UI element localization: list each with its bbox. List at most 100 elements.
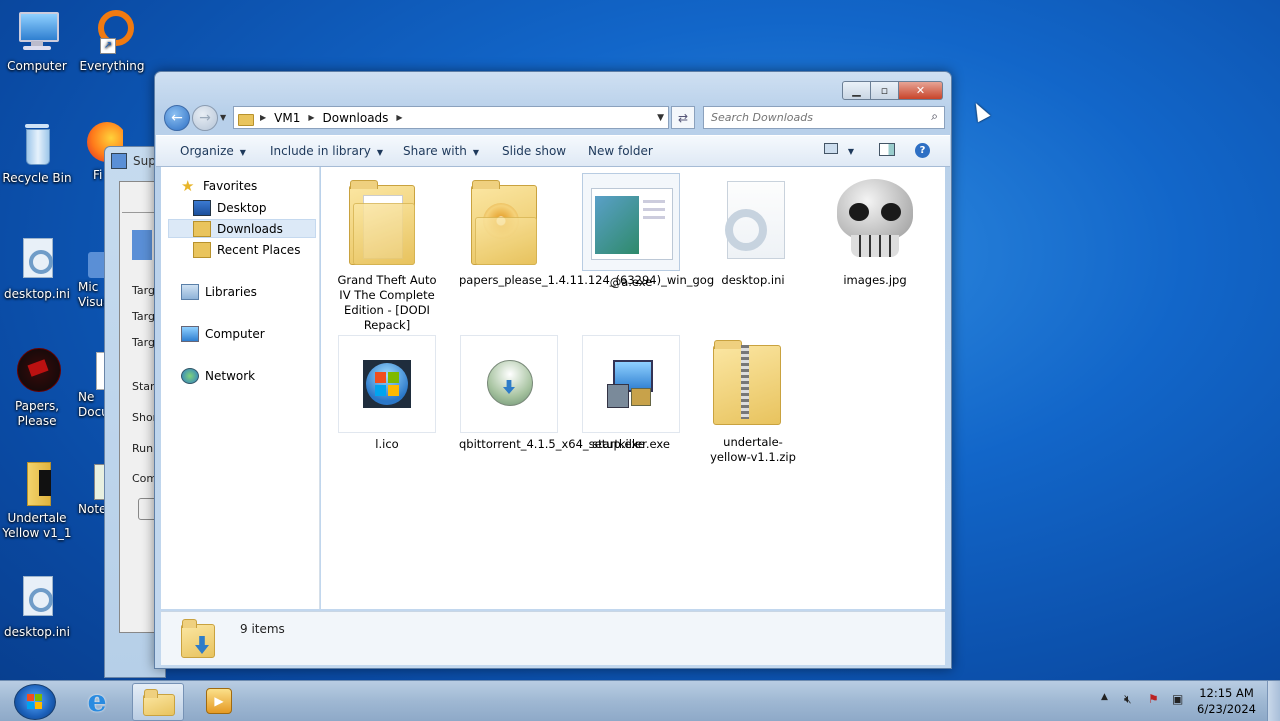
run-label: Run — [132, 442, 154, 455]
desktop-icon-label: Everything — [79, 59, 145, 73]
computer-icon — [13, 8, 61, 56]
papers-please-icon — [13, 348, 61, 396]
desktop-icon-desktop-ini-2[interactable]: desktop.ini — [0, 574, 74, 640]
mouse-cursor-icon — [969, 99, 991, 123]
explorer-window[interactable]: ▁ ▫ ✕ ← → ▼ ▶ VM1 ▶ Downloads ▶ ▼ ⇄ ⌕ Or… — [154, 71, 952, 669]
file-item[interactable]: l.ico — [337, 335, 437, 452]
change-view-button[interactable]: ▼ — [824, 143, 854, 157]
nav-recent-places[interactable]: Recent Places — [193, 242, 300, 258]
target-type-label: Targ — [132, 284, 155, 297]
minimize-button[interactable]: ▁ — [842, 81, 871, 100]
windows-logo-icon — [27, 694, 43, 710]
breadcrumb-vm1[interactable]: VM1 — [274, 111, 300, 125]
share-with-button[interactable]: Share with ▼ — [403, 144, 479, 158]
desktop-icon-undertale-yellow[interactable]: Undertale Yellow v1_1 — [0, 460, 74, 541]
network-status-icon[interactable]: ▣ — [1172, 692, 1183, 706]
clock-date: 6/23/2024 — [1197, 702, 1256, 716]
nav-libraries-label: Libraries — [205, 285, 257, 299]
new-folder-button[interactable]: New folder — [588, 144, 653, 158]
media-player-icon: ▶ — [206, 688, 232, 714]
search-input[interactable] — [709, 107, 913, 128]
breadcrumb-arrow-icon[interactable]: ▶ — [396, 113, 402, 122]
desktop-icon-recycle-bin[interactable]: Recycle Bin — [0, 120, 74, 186]
address-dropdown-icon[interactable]: ▼ — [657, 113, 664, 123]
nav-desktop-label: Desktop — [217, 201, 267, 215]
show-desktop-button[interactable] — [1267, 681, 1280, 721]
desktop-icon-label: Computer — [7, 59, 67, 73]
speaker-muted-icon[interactable]: 🔇︎ — [1124, 692, 1132, 707]
help-button[interactable]: ? — [915, 142, 930, 158]
nav-libraries[interactable]: Libraries — [181, 284, 257, 300]
taskbar-windows-explorer[interactable] — [132, 683, 184, 721]
taskbar: e ▶ ▲ 🔇︎ ⚑ ▣ 12:15 AM 6/23/2024 — [0, 680, 1280, 721]
nav-desktop[interactable]: Desktop — [193, 200, 267, 216]
zip-folder-icon — [705, 335, 801, 431]
search-icon[interactable]: ⌕ — [931, 109, 938, 124]
desktop-icon-papers-please[interactable]: Papers, Please — [0, 348, 74, 429]
nav-computer[interactable]: Computer — [181, 326, 265, 342]
breadcrumb-arrow-icon[interactable]: ▶ — [308, 113, 314, 122]
desktop-icon-computer[interactable]: Computer — [0, 8, 74, 74]
desktop-icon-label: desktop.ini — [4, 287, 70, 301]
desktop-icon-label: Mic Visua — [78, 280, 108, 309]
forward-button[interactable]: → — [192, 105, 218, 131]
app-icon — [111, 153, 127, 169]
taskbar-media-player[interactable]: ▶ — [194, 683, 244, 719]
chevron-down-icon: ▼ — [220, 113, 227, 122]
breadcrumb-downloads[interactable]: Downloads — [323, 111, 389, 125]
include-in-library-label: Include in library — [270, 144, 371, 158]
target-location-label: Targ — [132, 310, 155, 323]
slide-show-button[interactable]: Slide show — [502, 144, 566, 158]
close-icon: ✕ — [915, 84, 926, 97]
nav-favorites[interactable]: ★ Favorites — [181, 177, 257, 195]
organize-button[interactable]: Organize ▼ — [180, 144, 246, 158]
clock[interactable]: 12:15 AM 6/23/2024 — [1197, 685, 1256, 717]
close-button[interactable]: ✕ — [899, 81, 943, 100]
desktop-icon-label: Recycle Bin — [2, 171, 72, 185]
file-item[interactable]: qbittorrent_4.1.5_x64_setup.exe — [459, 335, 645, 452]
desktop-icon-label: desktop.ini — [4, 625, 70, 639]
breadcrumb-arrow-icon[interactable]: ▶ — [260, 113, 266, 122]
address-bar[interactable]: ▶ VM1 ▶ Downloads ▶ ▼ — [233, 106, 669, 129]
everything-icon: ↗ — [88, 8, 136, 56]
settings-file-icon — [705, 173, 801, 269]
nav-downloads[interactable]: Downloads — [168, 219, 316, 238]
file-item[interactable]: Grand Theft Auto IV The Complete Edition… — [337, 173, 437, 333]
refresh-icon: ⇄ — [677, 110, 689, 125]
preview-pane-button[interactable] — [879, 143, 895, 159]
file-item[interactable]: images.jpg — [825, 173, 925, 288]
taskbar-internet-explorer[interactable]: e — [72, 683, 122, 719]
libraries-icon — [181, 284, 199, 300]
desktop-icon-everything[interactable]: ↗ Everything — [75, 8, 149, 74]
file-name: images.jpg — [843, 273, 907, 287]
details-pane: 9 items — [161, 611, 945, 665]
folder-disc-icon — [461, 173, 557, 269]
action-center-icon[interactable]: ⚑ — [1148, 692, 1159, 706]
file-item[interactable]: undertale-yellow-v1.1.zip — [703, 335, 803, 465]
chevron-down-icon: ▼ — [472, 148, 480, 157]
file-item[interactable]: papers_please_1.4.11.124_(63294)_win_gog — [459, 173, 714, 288]
file-item[interactable]: @a.exe — [581, 173, 681, 290]
show-hidden-icons-button[interactable]: ▲ — [1101, 692, 1108, 702]
start-button[interactable] — [14, 684, 56, 720]
desktop-icon-desktop-ini[interactable]: desktop.ini — [0, 236, 74, 302]
desktop-icon-label: Note — [78, 502, 107, 516]
maximize-button[interactable]: ▫ — [871, 81, 899, 100]
include-in-library-button[interactable]: Include in library ▼ — [270, 144, 383, 158]
settings-file-icon — [13, 574, 61, 622]
nav-network-label: Network — [205, 369, 256, 383]
installer-icon — [460, 335, 558, 433]
recent-pages-dropdown[interactable]: ▼ — [220, 113, 226, 122]
file-item[interactable]: startkiller.exe — [581, 335, 681, 452]
internet-explorer-icon: e — [87, 683, 107, 719]
folder-icon — [143, 689, 175, 716]
refresh-button[interactable]: ⇄ — [671, 106, 695, 129]
file-name: startkiller.exe — [592, 437, 670, 451]
search-box[interactable]: ⌕ — [703, 106, 945, 129]
desktop-icon-label: Fi — [93, 168, 103, 182]
star-icon: ★ — [181, 177, 195, 195]
back-button[interactable]: ← — [164, 105, 190, 131]
nav-network[interactable]: Network — [181, 368, 255, 384]
desktop-icon-label: Papers, Please — [14, 399, 60, 428]
file-item[interactable]: desktop.ini — [703, 173, 803, 288]
